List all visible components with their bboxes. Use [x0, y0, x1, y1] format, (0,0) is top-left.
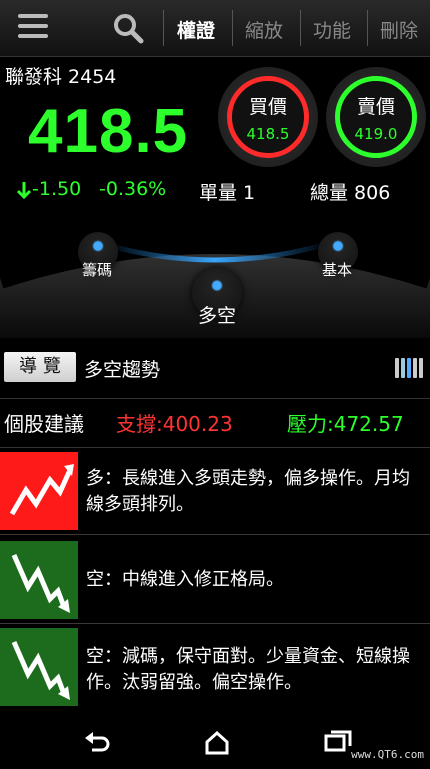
- down-arrow-icon: [16, 182, 32, 200]
- toolbar-divider: [232, 10, 233, 46]
- guide-button[interactable]: 導 覽: [4, 352, 76, 382]
- advice-title: 個股建議: [4, 412, 84, 436]
- stock-name: 聯發科 2454: [5, 66, 117, 88]
- current-price: 418.5: [28, 97, 189, 166]
- price-change-pct: -0.36%: [99, 178, 167, 200]
- trend-down-icon: [0, 541, 78, 619]
- tab-delete[interactable]: 刪除: [380, 16, 418, 43]
- buy-price: 418.5: [246, 124, 290, 143]
- sell-label: 賣價: [356, 95, 395, 118]
- toolbar-divider: [300, 10, 301, 46]
- advice-row[interactable]: 空：減碼，保守面對。少量資金、短線操作。汰弱留強。偏空操作。: [0, 626, 430, 710]
- bull-bear-label[interactable]: 多空: [198, 301, 236, 328]
- watermark: www.QT6.com: [351, 748, 424, 761]
- price-change: -1.50: [32, 178, 82, 200]
- buy-button[interactable]: 買價 418.5: [218, 67, 318, 167]
- recent-apps-icon[interactable]: [324, 730, 352, 752]
- sell-price: 419.0: [354, 124, 398, 143]
- advice-text: 空：中線進入修正格局。: [86, 569, 284, 590]
- advice-text: 多：長線進入多頭走勢，偏多操作。月均線多頭排列。: [86, 468, 410, 515]
- home-icon[interactable]: [204, 731, 230, 755]
- chips-label[interactable]: 籌碼: [82, 259, 112, 280]
- tab-function[interactable]: 功能: [313, 16, 351, 43]
- advice-row[interactable]: 多：長線進入多頭走勢，偏多操作。月均線多頭排列。: [0, 450, 430, 535]
- advice-row[interactable]: 空：中線進入修正格局。: [0, 537, 430, 624]
- trend-down-icon: [0, 628, 78, 706]
- support-level: 支撐:400.23: [116, 412, 233, 436]
- basic-label[interactable]: 基本: [322, 259, 352, 280]
- search-icon[interactable]: [112, 12, 144, 44]
- signal-bars-icon: [395, 358, 427, 378]
- advice-text: 空：減碼，保守面對。少量資金、短線操作。汰弱留強。偏空操作。: [86, 646, 410, 693]
- back-icon[interactable]: [84, 732, 110, 754]
- pressure-level: 壓力:472.57: [287, 412, 404, 436]
- menu-icon[interactable]: [18, 14, 48, 40]
- unit-volume: 單量 1: [199, 182, 256, 204]
- toolbar-divider: [163, 10, 164, 46]
- toolbar-divider: [367, 10, 368, 46]
- guide-title: 多空趨勢: [84, 359, 161, 381]
- buy-label: 買價: [248, 95, 287, 118]
- total-volume: 總量 806: [310, 182, 391, 204]
- tab-zoom[interactable]: 縮放: [245, 16, 283, 43]
- sell-button[interactable]: 賣價 419.0: [326, 67, 426, 167]
- tab-warrant[interactable]: 權證: [177, 16, 215, 43]
- trend-up-icon: [0, 452, 78, 530]
